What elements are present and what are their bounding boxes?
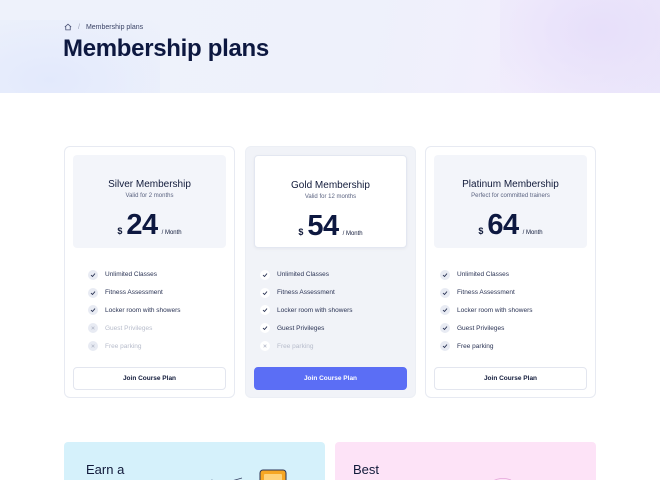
promo-card-best: Best <box>335 442 596 480</box>
plans-grid: Silver Membership Valid for 2 months $ 2… <box>64 146 596 398</box>
plan-price: $ 24 / Month <box>73 211 226 240</box>
feature-label: Locker room with showers <box>277 306 353 314</box>
feature-item-excluded: Free parking <box>88 337 181 355</box>
promo-illustration-icon <box>494 478 512 480</box>
plan-price: $ 54 / Month <box>255 212 406 241</box>
feature-item: Fitness Assessment <box>440 284 533 302</box>
plan-header: Gold Membership Valid for 12 months $ 54… <box>254 155 407 248</box>
feature-item: Locker room with showers <box>260 302 353 320</box>
feature-list: Unlimited Classes Fitness Assessment Loc… <box>88 266 181 355</box>
plan-validity: Perfect for committed trainers <box>471 193 550 199</box>
check-icon <box>88 269 98 280</box>
check-icon <box>260 269 270 280</box>
plan-card-silver: Silver Membership Valid for 2 months $ 2… <box>64 146 235 398</box>
feature-label: Free parking <box>457 342 494 350</box>
feature-label: Fitness Assessment <box>105 289 163 297</box>
price-amount: 24 <box>126 209 158 241</box>
plan-validity: Valid for 12 months <box>304 194 357 200</box>
feature-label: Unlimited Classes <box>457 271 510 279</box>
feature-label: Guest Privileges <box>457 324 505 332</box>
feature-label: Guest Privileges <box>277 324 325 332</box>
plan-price: $ 64 / Month <box>434 211 587 240</box>
feature-item: Fitness Assessment <box>88 284 181 302</box>
price-period: / Month <box>522 230 543 236</box>
promo-card-earn: Earn a <box>64 442 325 480</box>
feature-list: Unlimited Classes Fitness Assessment Loc… <box>260 266 353 355</box>
feature-label: Fitness Assessment <box>277 289 335 297</box>
check-icon <box>440 269 450 280</box>
plan-validity: Valid for 2 months <box>125 193 174 199</box>
breadcrumb-current: Membership plans <box>85 23 144 31</box>
feature-label: Fitness Assessment <box>457 289 515 297</box>
feature-label: Free parking <box>105 342 142 350</box>
price-amount: 64 <box>487 209 519 241</box>
join-plan-button[interactable]: Join Course Plan <box>254 367 407 390</box>
check-icon <box>260 323 270 334</box>
page-header: / Membership plans Membership plans <box>0 0 660 93</box>
price-amount: 54 <box>307 210 339 242</box>
check-icon <box>440 305 450 316</box>
feature-item-excluded: Free parking <box>260 337 353 355</box>
cross-icon <box>260 341 270 352</box>
feature-item: Unlimited Classes <box>260 266 353 284</box>
feature-label: Free parking <box>277 342 314 350</box>
feature-label: Locker room with showers <box>105 306 181 314</box>
plan-header: Silver Membership Valid for 2 months $ 2… <box>73 155 226 248</box>
check-icon <box>260 305 270 316</box>
home-icon[interactable] <box>64 23 72 31</box>
feature-item-excluded: Guest Privileges <box>88 319 181 337</box>
feature-label: Unlimited Classes <box>105 271 158 279</box>
promo-heading: Best <box>353 462 380 477</box>
page-title: Membership plans <box>63 35 269 62</box>
feature-label: Locker room with showers <box>457 306 533 314</box>
promo-illustration-icon <box>210 469 287 480</box>
feature-item: Unlimited Classes <box>440 266 533 284</box>
check-icon <box>88 287 98 298</box>
promo-heading: Earn a <box>86 462 125 477</box>
feature-item: Guest Privileges <box>260 319 353 337</box>
feature-item: Unlimited Classes <box>88 266 181 284</box>
feature-item: Locker room with showers <box>440 302 533 320</box>
join-plan-button[interactable]: Join Course Plan <box>73 367 226 390</box>
price-currency: $ <box>478 226 484 236</box>
check-icon <box>440 287 450 298</box>
feature-item: Fitness Assessment <box>260 284 353 302</box>
cross-icon <box>88 341 98 352</box>
plan-name: Platinum Membership <box>462 179 559 190</box>
price-currency: $ <box>117 226 123 236</box>
plan-header: Platinum Membership Perfect for committe… <box>434 155 587 248</box>
price-period: / Month <box>342 231 363 237</box>
plan-card-platinum: Platinum Membership Perfect for committe… <box>425 146 596 398</box>
feature-label: Guest Privileges <box>105 324 153 332</box>
breadcrumb-separator: / <box>78 23 80 31</box>
feature-item: Locker room with showers <box>88 302 181 320</box>
plan-name: Silver Membership <box>108 179 191 190</box>
check-icon <box>260 287 270 298</box>
feature-item: Guest Privileges <box>440 319 533 337</box>
feature-list: Unlimited Classes Fitness Assessment Loc… <box>440 266 533 355</box>
breadcrumb: / Membership plans <box>64 23 143 31</box>
price-currency: $ <box>298 227 304 237</box>
plan-name: Gold Membership <box>291 180 370 191</box>
price-period: / Month <box>161 230 182 236</box>
feature-label: Unlimited Classes <box>277 271 330 279</box>
check-icon <box>88 305 98 316</box>
plan-card-gold: Gold Membership Valid for 12 months $ 54… <box>245 146 416 398</box>
feature-item: Free parking <box>440 337 533 355</box>
cross-icon <box>88 323 98 334</box>
join-plan-button[interactable]: Join Course Plan <box>434 367 587 390</box>
check-icon <box>440 341 450 352</box>
check-icon <box>440 323 450 334</box>
